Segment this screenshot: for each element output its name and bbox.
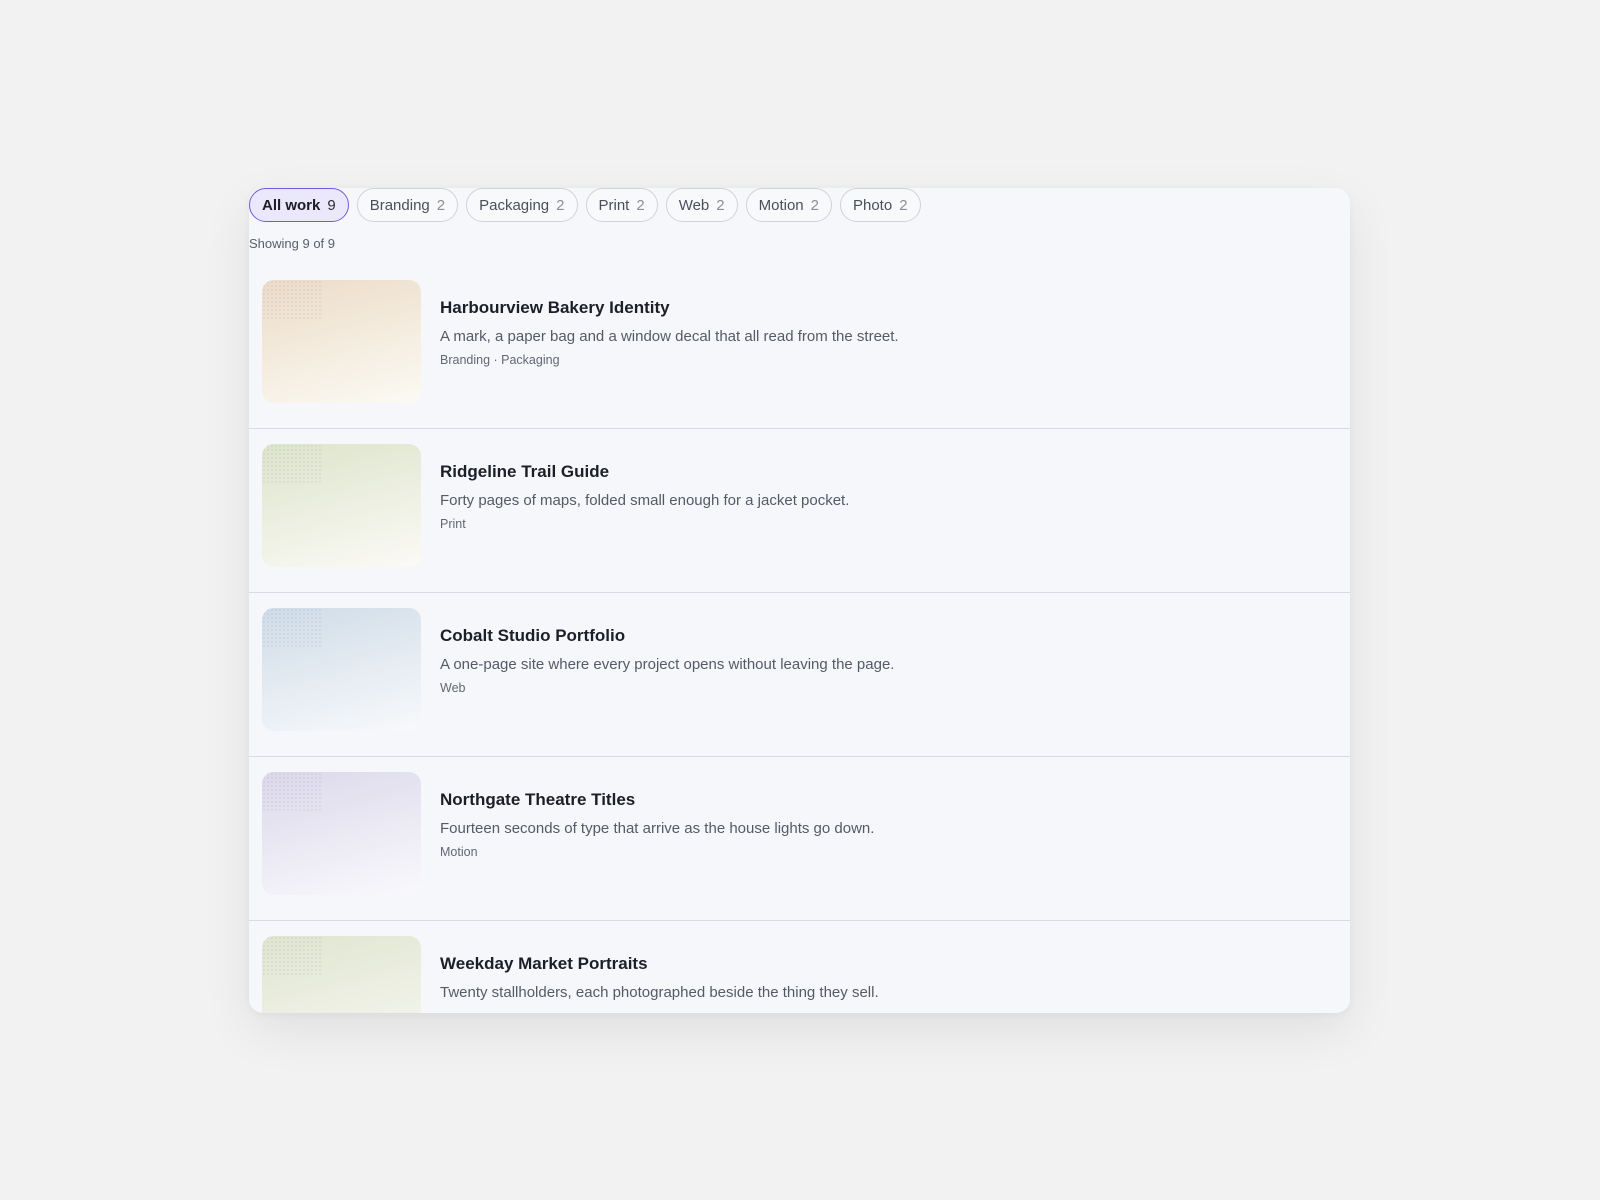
portfolio-panel: All work 9 Branding 2 Packaging 2 Print … <box>249 188 1350 1013</box>
filter-chip-count: 2 <box>716 196 725 214</box>
project-thumbnail <box>262 280 421 403</box>
filter-chip-count: 2 <box>556 196 565 214</box>
filter-chip-label: Web <box>678 196 710 214</box>
filter-chip-count: 2 <box>810 196 819 214</box>
project-title: Ridgeline Trail Guide <box>440 462 610 481</box>
project-description: A mark, a paper bag and a window decal t… <box>440 328 899 345</box>
project-description: Forty pages of maps, folded small enough… <box>440 492 850 509</box>
project-row[interactable]: Northgate Theatre Titles Fourteen second… <box>249 757 1350 921</box>
project-tags: Print <box>440 517 466 531</box>
results-count: Showing 9 of 9 <box>249 236 336 251</box>
filter-chip-photo[interactable]: Photo 2 <box>839 188 921 222</box>
filter-chip-all-work[interactable]: All work 9 <box>249 188 349 222</box>
project-description: Fourteen seconds of type that arrive as … <box>440 820 875 837</box>
filter-chip-packaging[interactable]: Packaging 2 <box>466 188 578 222</box>
project-tags: Branding · Packaging <box>440 353 560 367</box>
project-thumbnail <box>262 608 421 731</box>
project-thumbnail <box>262 772 421 895</box>
project-description: Twenty stallholders, each photographed b… <box>440 984 879 1001</box>
project-title: Northgate Theatre Titles <box>440 790 636 809</box>
project-description: A one-page site where every project open… <box>440 656 895 673</box>
project-tags: Motion <box>440 845 478 859</box>
filter-chip-print[interactable]: Print 2 <box>585 188 658 222</box>
filter-chip-count: 2 <box>436 196 446 214</box>
project-row[interactable]: Weekday Market Portraits Twenty stallhol… <box>249 921 1350 1013</box>
project-tags: Web <box>440 681 466 695</box>
filter-chip-label: Photo <box>852 196 893 214</box>
project-title: Cobalt Studio Portfolio <box>440 626 626 645</box>
filter-chip-label: Branding <box>369 196 430 214</box>
filter-chip-count: 2 <box>899 196 908 214</box>
filter-chip-branding[interactable]: Branding 2 <box>356 188 459 222</box>
filter-chip-label: All work <box>262 196 321 214</box>
filter-chip-label: Motion <box>758 196 804 214</box>
filter-chip-motion[interactable]: Motion 2 <box>745 188 832 222</box>
project-thumbnail <box>262 936 421 1013</box>
filter-chip-web[interactable]: Web 2 <box>665 188 738 222</box>
filter-chip-count: 2 <box>636 196 645 214</box>
project-thumbnail <box>262 444 421 567</box>
project-title: Weekday Market Portraits <box>440 954 648 973</box>
project-row[interactable]: Ridgeline Trail Guide Forty pages of map… <box>249 429 1350 593</box>
project-row[interactable]: Cobalt Studio Portfolio A one-page site … <box>249 593 1350 757</box>
filter-chip-count: 9 <box>327 196 336 214</box>
filter-chips: All work 9 Branding 2 Packaging 2 Print … <box>249 188 921 222</box>
project-list: Harbourview Bakery Identity A mark, a pa… <box>249 265 1350 1013</box>
filter-chip-label: Print <box>598 196 630 214</box>
project-row[interactable]: Harbourview Bakery Identity A mark, a pa… <box>249 265 1350 429</box>
filter-chip-label: Packaging <box>479 196 550 214</box>
project-title: Harbourview Bakery Identity <box>440 298 670 317</box>
